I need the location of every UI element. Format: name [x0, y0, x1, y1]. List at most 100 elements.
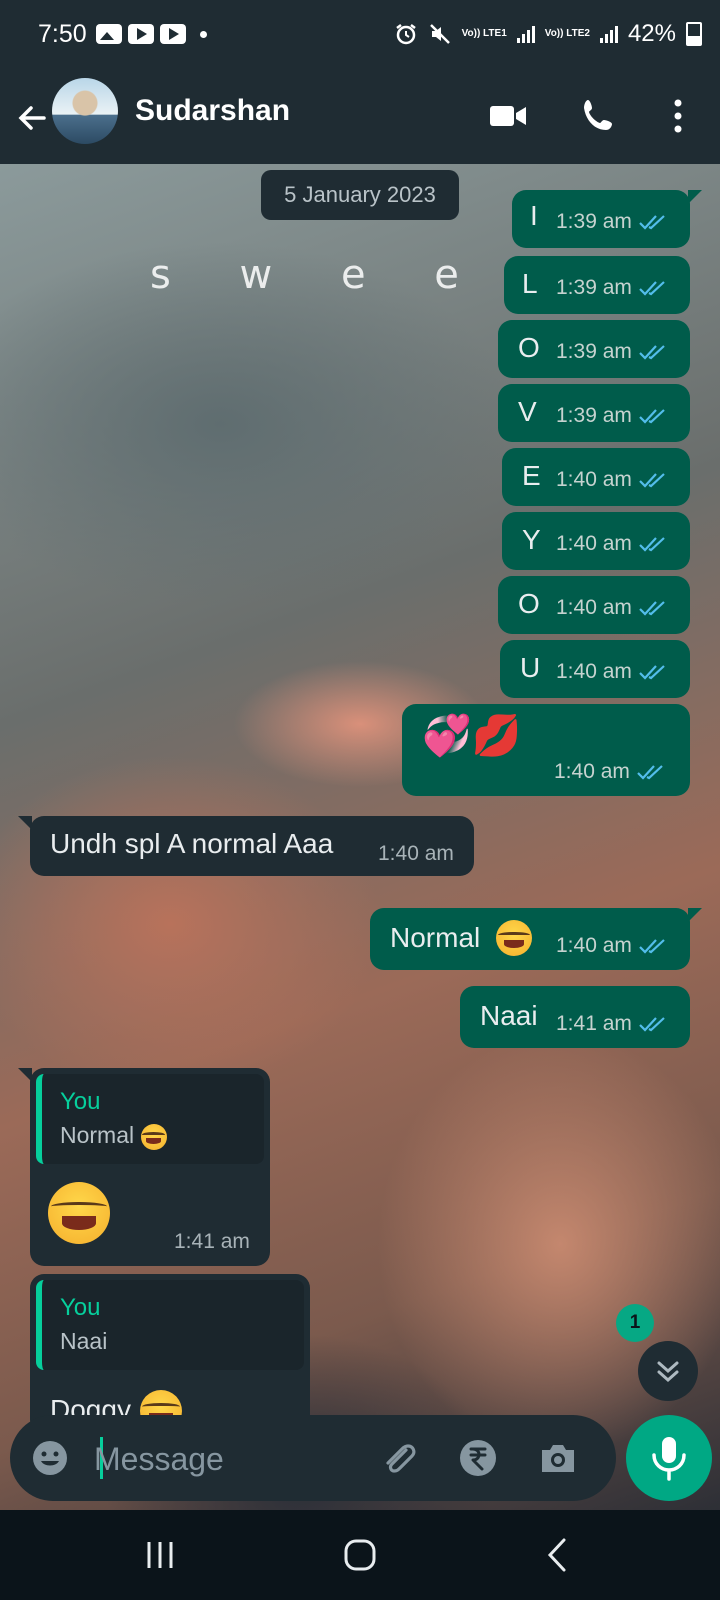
- laughing-emoji-icon: [496, 920, 532, 956]
- message-outgoing[interactable]: O 1:39 am: [498, 320, 690, 378]
- quote-author: You: [60, 1088, 101, 1115]
- message-time: 1:39 am: [556, 276, 632, 299]
- message-outgoing[interactable]: Normal 1:40 am: [370, 908, 702, 970]
- read-ticks-icon: [637, 765, 663, 780]
- status-time: 7:50: [38, 20, 87, 48]
- read-ticks-icon: [639, 473, 665, 488]
- voice-message-button[interactable]: [626, 1415, 712, 1501]
- quote-text: Naai: [60, 1328, 108, 1354]
- message-outgoing[interactable]: I 1:39 am: [512, 190, 702, 248]
- message-outgoing[interactable]: O 1:40 am: [498, 576, 690, 634]
- read-ticks-icon: [639, 939, 665, 954]
- message-meta: 1:40 am: [556, 532, 668, 556]
- message-time: 1:40 am: [554, 760, 630, 783]
- notification-icons: [96, 24, 207, 44]
- message-text: U: [520, 652, 541, 683]
- home-icon[interactable]: [330, 1530, 390, 1580]
- contact-name[interactable]: Sudarshan: [135, 94, 290, 128]
- system-icons: Vo)) LTE1 Vo)) LTE2 42%: [394, 20, 702, 48]
- message-time: 1:40 am: [378, 842, 454, 865]
- message-incoming-reply[interactable]: You Naai Doggy: [30, 1274, 310, 1434]
- message-input[interactable]: [92, 1433, 376, 1485]
- message-outgoing[interactable]: U 1:40 am: [500, 640, 690, 698]
- read-ticks-icon: [639, 1017, 665, 1032]
- message-meta: 1:39 am: [556, 340, 668, 364]
- message-text: Normal: [390, 922, 481, 953]
- laughing-emoji-icon: [140, 1123, 167, 1150]
- mute-icon: [429, 24, 450, 44]
- message-text: Naai: [480, 1000, 538, 1031]
- sim1-label: Vo)) LTE1: [461, 28, 507, 39]
- quoted-message[interactable]: You Normal: [36, 1074, 264, 1164]
- message-composer: [10, 1415, 616, 1501]
- phone-icon[interactable]: [578, 94, 622, 138]
- message-meta: 1:40 am: [556, 934, 668, 958]
- sim2-label: Vo)) LTE2: [544, 28, 590, 39]
- message-text: V: [518, 396, 537, 427]
- youtube-icon: [128, 24, 154, 44]
- message-outgoing[interactable]: E 1:40 am: [502, 448, 690, 506]
- read-ticks-icon: [639, 665, 665, 680]
- message-meta: 1:40 am: [556, 468, 668, 492]
- system-nav-bar: [0, 1510, 720, 1600]
- message-time: 1:41 am: [174, 1230, 250, 1253]
- read-ticks-icon: [639, 537, 665, 552]
- read-ticks-icon: [639, 345, 665, 360]
- camera-icon[interactable]: [536, 1436, 580, 1480]
- read-ticks-icon: [639, 215, 665, 230]
- back-nav-icon[interactable]: [530, 1530, 590, 1580]
- message-time: 1:40 am: [556, 532, 632, 555]
- rupee-payment-icon[interactable]: [456, 1436, 500, 1480]
- chat-area[interactable]: s w e e t i 5 January 2023 I 1:39 am L 1…: [0, 164, 720, 1510]
- message-outgoing[interactable]: Y 1:40 am: [502, 512, 690, 570]
- message-emoji: 💞💋: [422, 713, 522, 759]
- message-text: Undh spl A normal Aaa: [50, 828, 334, 859]
- more-options-icon[interactable]: [656, 94, 700, 138]
- message-outgoing[interactable]: L 1:39 am: [504, 256, 690, 314]
- gallery-icon: [96, 24, 122, 44]
- message-outgoing[interactable]: 💞💋 1:40 am: [402, 704, 690, 796]
- avatar[interactable]: [52, 78, 118, 144]
- attach-icon[interactable]: [376, 1436, 420, 1480]
- message-outgoing[interactable]: Naai 1:41 am: [460, 986, 690, 1048]
- message-text: O: [518, 332, 540, 363]
- message-time: 1:39 am: [556, 210, 632, 233]
- chat-header: Sudarshan: [0, 72, 720, 164]
- message-incoming[interactable]: Undh spl A normal Aaa 1:40 am: [18, 816, 474, 876]
- emoji-icon[interactable]: [28, 1436, 72, 1480]
- back-arrow-icon[interactable]: [14, 100, 50, 136]
- message-text: O: [518, 588, 540, 619]
- quote-author: You: [60, 1294, 101, 1321]
- message-incoming-reply[interactable]: You Normal 1:41 am: [18, 1068, 270, 1266]
- battery-percent: 42%: [627, 20, 676, 47]
- recent-apps-icon[interactable]: [130, 1530, 190, 1580]
- read-ticks-icon: [639, 409, 665, 424]
- message-meta: 1:40 am: [554, 760, 666, 784]
- unread-count-badge: 1: [616, 1304, 654, 1342]
- message-time: 1:39 am: [556, 340, 632, 363]
- quote-text: Normal: [60, 1122, 167, 1150]
- alarm-icon: [395, 24, 416, 45]
- message-text: Y: [522, 524, 541, 555]
- video-call-icon[interactable]: [486, 94, 530, 138]
- mic-icon: [652, 1437, 686, 1481]
- youtube-icon: [160, 24, 186, 44]
- read-ticks-icon: [639, 601, 665, 616]
- message-text: L: [522, 268, 538, 299]
- status-bar: 7:50 Vo)) LTE1 Vo)) LTE2 42%: [0, 0, 720, 72]
- message-meta: 1:40 am: [556, 596, 668, 620]
- quoted-message[interactable]: You Naai: [36, 1280, 304, 1370]
- laughing-emoji-icon: [48, 1182, 110, 1244]
- message-text: I: [530, 200, 538, 231]
- scroll-to-bottom-button[interactable]: [638, 1341, 698, 1401]
- message-meta: 1:39 am: [556, 210, 668, 234]
- message-time: 1:39 am: [556, 404, 632, 427]
- date-chip: 5 January 2023: [261, 170, 459, 220]
- signal-icon: [516, 25, 535, 43]
- dot-icon: [200, 30, 207, 38]
- message-text: E: [522, 460, 541, 491]
- read-ticks-icon: [639, 281, 665, 296]
- message-outgoing[interactable]: V 1:39 am: [498, 384, 690, 442]
- message-time: 1:40 am: [556, 934, 632, 957]
- double-chevron-down-icon: [657, 1361, 679, 1383]
